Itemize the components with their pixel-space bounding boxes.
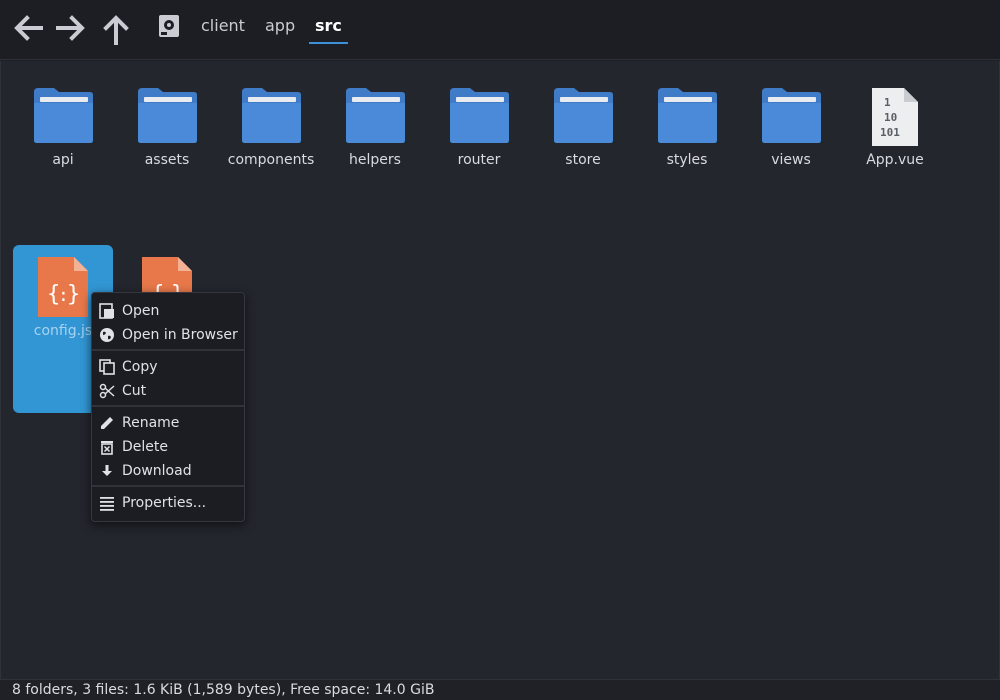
- svg-text:10: 10: [884, 111, 897, 124]
- breadcrumb-app[interactable]: app: [265, 16, 295, 44]
- item-label: views: [771, 152, 811, 168]
- folder-item-store[interactable]: store: [533, 86, 633, 168]
- open-icon: [99, 303, 114, 319]
- item-label: components: [227, 152, 315, 168]
- up-button[interactable]: [98, 10, 134, 46]
- folder-item-assets[interactable]: assets: [117, 86, 217, 168]
- folder-icon: [34, 88, 93, 143]
- folder-icon: [138, 88, 197, 143]
- item-label: api: [52, 152, 74, 168]
- menu-item-label: Copy: [122, 359, 158, 375]
- context-menu: Open Open in Browser Copy Cut Rename Del…: [91, 292, 245, 522]
- svg-text:}: }: [67, 282, 80, 307]
- toolbar: client app src: [0, 0, 1000, 60]
- folder-item-styles[interactable]: styles: [637, 86, 737, 168]
- menu-item-label: Rename: [122, 415, 180, 431]
- json-file-icon: { : }: [38, 257, 88, 317]
- list-icon: [100, 497, 114, 511]
- folder-icon: [762, 88, 821, 143]
- menu-item-label: Cut: [122, 383, 147, 399]
- folder-item-router[interactable]: router: [429, 86, 529, 168]
- drive-icon: [159, 15, 179, 37]
- menu-item-label: Open in Browser: [122, 327, 238, 343]
- status-text: 8 folders, 3 files: 1.6 KiB (1,589 bytes…: [12, 682, 435, 698]
- folder-icon: [450, 88, 509, 143]
- item-label: store: [565, 152, 601, 168]
- item-label: helpers: [349, 152, 401, 168]
- menu-item-open[interactable]: Open: [92, 299, 244, 323]
- svg-text:1: 1: [884, 96, 891, 109]
- menu-item-properties[interactable]: Properties...: [92, 491, 244, 515]
- menu-separator: [92, 485, 244, 487]
- trash-icon: [101, 441, 113, 455]
- folder-item-components[interactable]: components: [221, 86, 321, 168]
- back-button[interactable]: [10, 10, 46, 46]
- svg-text:101: 101: [880, 126, 900, 139]
- item-label: App.vue: [866, 152, 924, 168]
- menu-item-rename[interactable]: Rename: [92, 411, 244, 435]
- menu-item-label: Properties...: [122, 495, 207, 511]
- menu-separator: [92, 349, 244, 351]
- folder-item-views[interactable]: views: [741, 86, 841, 168]
- menu-item-label: Delete: [122, 439, 168, 455]
- menu-item-label: Download: [122, 463, 192, 479]
- arrow-right-icon: [56, 15, 85, 41]
- binary-file-icon: 1 10 101: [872, 88, 918, 146]
- arrow-left-icon: [14, 15, 43, 41]
- download-icon: [102, 465, 112, 476]
- breadcrumb-client[interactable]: client: [201, 16, 245, 44]
- item-label: styles: [666, 152, 708, 168]
- folder-icon: [658, 88, 717, 143]
- folder-item-api[interactable]: api: [13, 86, 113, 168]
- menu-item-delete[interactable]: Delete: [92, 435, 244, 459]
- folder-icon: [554, 88, 613, 143]
- item-label: assets: [144, 152, 190, 168]
- drive-button[interactable]: [154, 10, 184, 42]
- menu-item-download[interactable]: Download: [92, 459, 244, 483]
- menu-item-label: Open: [122, 303, 160, 319]
- menu-item-copy[interactable]: Copy: [92, 355, 244, 379]
- folder-item-helpers[interactable]: helpers: [325, 86, 425, 168]
- pencil-icon: [101, 417, 113, 429]
- scissors-icon: [99, 383, 115, 399]
- menu-separator: [92, 405, 244, 407]
- menu-item-open-in-browser[interactable]: Open in Browser: [92, 323, 244, 347]
- folder-icon: [242, 88, 301, 143]
- menu-item-cut[interactable]: Cut: [92, 379, 244, 403]
- copy-icon: [99, 359, 115, 375]
- item-label: router: [457, 152, 501, 168]
- forward-button[interactable]: [53, 10, 89, 46]
- breadcrumb-src[interactable]: src: [309, 16, 348, 44]
- folder-icon: [346, 88, 405, 143]
- arrow-up-icon: [103, 15, 129, 45]
- globe-icon: [100, 328, 114, 342]
- file-item-app-vue[interactable]: 1 10 101 App.vue: [845, 86, 945, 168]
- status-bar: 8 folders, 3 files: 1.6 KiB (1,589 bytes…: [0, 679, 1000, 700]
